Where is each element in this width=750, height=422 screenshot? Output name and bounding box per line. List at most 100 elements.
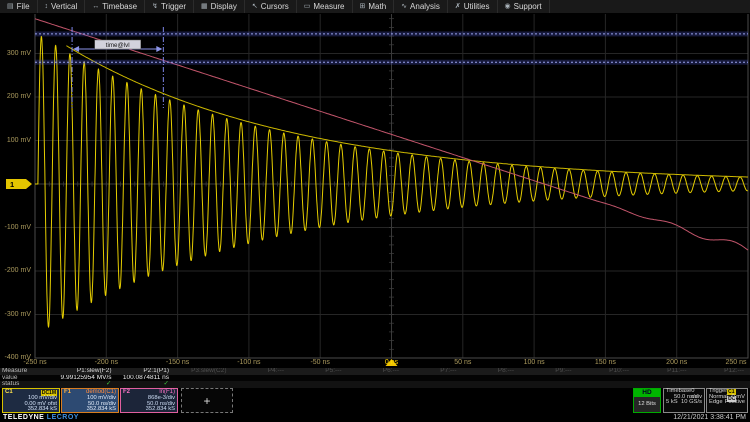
- f2-label: F2: [123, 389, 130, 396]
- param-label-p8[interactable]: P8:---: [463, 368, 521, 375]
- channel-descriptor-c1[interactable]: C1 DC1M 100 mV/div 0.00 mV ofst 352.834 …: [2, 388, 60, 413]
- param-label-p10[interactable]: P10:---: [578, 368, 636, 375]
- param-status-p8[interactable]: [463, 381, 521, 388]
- param-value-p12[interactable]: [693, 375, 750, 382]
- y-axis-tick-label: 200 mV: [0, 93, 31, 101]
- timebase-rate: 10 GS/s: [681, 400, 702, 406]
- param-value-p11[interactable]: [635, 375, 693, 382]
- x-axis-tick-label: 150 ns: [583, 359, 627, 366]
- param-label-p5[interactable]: P5:---: [290, 368, 348, 375]
- measure-row-header: Measure: [2, 368, 58, 375]
- param-label-p2[interactable]: P2:1(P1): [118, 368, 176, 375]
- menu-bar: ▤File↕Vertical↔Timebase↯Trigger▦Display↖…: [0, 0, 750, 14]
- menu-support[interactable]: ◉Support: [498, 0, 550, 13]
- param-status-p9[interactable]: [520, 381, 578, 388]
- cursors-icon: ↖: [252, 0, 258, 13]
- menu-analysis[interactable]: ∿Analysis: [394, 0, 448, 13]
- hd-bits: 12 Bits: [634, 397, 660, 412]
- menu-label: Trigger: [161, 2, 186, 11]
- menu-label: Support: [514, 2, 542, 11]
- menu-label: Vertical: [51, 2, 77, 11]
- trigger-box[interactable]: Trigger C1 DC Normal 0 mV Edge Positive: [706, 388, 748, 413]
- param-label-p11[interactable]: P11:---: [635, 368, 693, 375]
- file-icon: ▤: [7, 0, 14, 13]
- menu-trigger[interactable]: ↯Trigger: [145, 0, 194, 13]
- param-status-p10[interactable]: [578, 381, 636, 388]
- hd-mode-box[interactable]: HD 12 Bits: [633, 388, 661, 413]
- param-label-p7[interactable]: P7:---: [405, 368, 463, 375]
- x-axis-tick-label: 50 ns: [441, 359, 485, 366]
- trigger-type: Edge: [709, 400, 723, 406]
- param-label-p12[interactable]: P12:---: [693, 368, 750, 375]
- param-value-p3[interactable]: [175, 375, 233, 382]
- param-status-p7[interactable]: [405, 381, 463, 388]
- support-icon: ◉: [505, 0, 511, 13]
- menu-utilities[interactable]: ✗Utilities: [448, 0, 498, 13]
- measure-row-labels: MeasureP1:slew(F2)P2:1(P1)P3:slew(C2)P4:…: [0, 367, 750, 375]
- param-status-p11[interactable]: [635, 381, 693, 388]
- param-label-p4[interactable]: P4:---: [233, 368, 291, 375]
- oscilloscope-screen: ▤File↕Vertical↔Timebase↯Trigger▦Display↖…: [0, 0, 750, 422]
- param-status-p4[interactable]: [233, 381, 291, 388]
- display-icon: ▦: [201, 0, 208, 13]
- x-axis-tick-label: 200 ns: [655, 359, 699, 366]
- menu-cursors[interactable]: ↖Cursors: [245, 0, 297, 13]
- measure-table: MeasureP1:slew(F2)P2:1(P1)P3:slew(C2)P4:…: [0, 367, 750, 389]
- param-status-p3[interactable]: [175, 381, 233, 388]
- x-axis-tick-label: -200 ns: [84, 359, 128, 366]
- menu-label: Utilities: [464, 2, 490, 11]
- y-axis-tick-label: 100 mV: [0, 137, 31, 145]
- measure-row-values: value9.99125954 MV/s100.0874811 ns: [0, 375, 750, 382]
- param-status-p5[interactable]: [290, 381, 348, 388]
- menu-file[interactable]: ▤File: [0, 0, 38, 13]
- param-value-p10[interactable]: [578, 375, 636, 382]
- menu-timebase[interactable]: ↔Timebase: [85, 0, 145, 13]
- measure-row-header: status: [2, 381, 58, 388]
- menu-vertical[interactable]: ↕Vertical: [38, 0, 86, 13]
- trace-descriptor-f2[interactable]: F2 ln(F1) 868e-3/div 50.0 ns/div 352.834…: [120, 388, 178, 413]
- x-axis-tick-label: -150 ns: [156, 359, 200, 366]
- f1-label: F1: [64, 389, 71, 396]
- trigger-slope: Positive: [725, 400, 745, 406]
- datetime-display: 12/21/2021 3:38:41 PM: [673, 414, 746, 422]
- param-value-p4[interactable]: [233, 375, 291, 382]
- x-axis-tick-label: -100 ns: [227, 359, 271, 366]
- measure-row-header: value: [2, 375, 58, 382]
- menu-label: Cursors: [261, 2, 289, 11]
- trace-descriptor-f1[interactable]: F1 demod(C1) 100 mV/div 50.0 ns/div 352.…: [61, 388, 119, 413]
- param-label-p3[interactable]: P3:slew(C2): [175, 368, 233, 375]
- plot-area[interactable]: [35, 10, 748, 358]
- y-axis-tick-label: 300 mV: [0, 50, 31, 58]
- param-value-p7[interactable]: [405, 375, 463, 382]
- param-label-p1[interactable]: P1:slew(F2): [60, 368, 118, 375]
- brand-logo: TELEDYNE LECROY: [3, 414, 79, 422]
- measure-icon: ▭: [304, 0, 311, 13]
- param-value-p6[interactable]: [348, 375, 406, 382]
- utilities-icon: ✗: [455, 0, 461, 13]
- param-value-p2[interactable]: 100.0874811 ns: [118, 375, 176, 382]
- menu-label: Math: [368, 2, 386, 11]
- param-status-p6[interactable]: [348, 381, 406, 388]
- param-label-p9[interactable]: P9:---: [520, 368, 578, 375]
- analysis-icon: ∿: [401, 0, 407, 13]
- param-status-p1[interactable]: ✓: [60, 381, 118, 388]
- param-value-p9[interactable]: [520, 375, 578, 382]
- trigger-icon: ↯: [152, 0, 158, 13]
- menu-math[interactable]: ⊞Math: [353, 0, 395, 13]
- menu-measure[interactable]: ▭Measure: [297, 0, 353, 13]
- vertical-icon: ↕: [45, 0, 49, 13]
- timebase-box[interactable]: Timebase 0 ns 50.0 ns/div 5 kS 10 GS/s: [663, 388, 705, 413]
- footer-bar: TELEDYNE LECROY 12/21/2021 3:38:41 PM: [0, 414, 750, 422]
- param-value-p8[interactable]: [463, 375, 521, 382]
- math-icon: ⊞: [360, 0, 366, 13]
- param-value-p1[interactable]: 9.99125954 MV/s: [60, 375, 118, 382]
- menu-display[interactable]: ▦Display: [194, 0, 245, 13]
- add-trace-button[interactable]: +: [181, 388, 233, 413]
- param-status-p12[interactable]: [693, 381, 750, 388]
- c1-ground-marker-label: 1: [10, 180, 14, 189]
- param-status-p2[interactable]: ✓: [118, 381, 176, 388]
- x-axis-tick-label: -50 ns: [298, 359, 342, 366]
- param-value-p5[interactable]: [290, 375, 348, 382]
- param-label-p6[interactable]: P6:---: [348, 368, 406, 375]
- x-axis-tick-label: -250 ns: [13, 359, 57, 366]
